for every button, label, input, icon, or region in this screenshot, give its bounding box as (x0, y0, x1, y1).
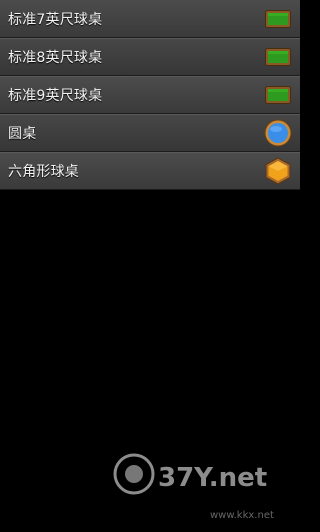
round-table-icon (264, 119, 292, 147)
list-item-round-table[interactable]: 圆桌 (0, 114, 300, 152)
list-item-table-7ft[interactable]: 标准7英尺球桌 (0, 0, 300, 38)
watermark-url: www.kkx.net (210, 510, 274, 521)
list-item-label: 标准9英尺球桌 (8, 88, 103, 104)
rectangular-table-icon (264, 5, 292, 33)
list-item-label: 标准7英尺球桌 (8, 11, 103, 28)
list-item-label: 标准8英尺球桌 (8, 50, 103, 66)
rectangular-table-icon (264, 81, 292, 109)
list-item-hexagon-table[interactable]: 六角形球桌 (0, 152, 300, 190)
hexagon-table-icon (264, 157, 292, 185)
watermark-logo-text: 37Y.net (158, 463, 267, 493)
rectangular-table-icon (264, 43, 292, 71)
list-item-label: 圆桌 (8, 126, 37, 142)
list-item-table-8ft[interactable]: 标准8英尺球桌 (0, 38, 300, 76)
table-type-list: 标准7英尺球桌 标准8英尺球桌 标准9英尺球桌 圆桌 六角形球桌 (0, 0, 300, 190)
list-item-table-9ft[interactable]: 标准9英尺球桌 (0, 76, 300, 114)
watermark-logo-icon (113, 453, 155, 495)
list-item-label: 六角形球桌 (8, 164, 79, 180)
